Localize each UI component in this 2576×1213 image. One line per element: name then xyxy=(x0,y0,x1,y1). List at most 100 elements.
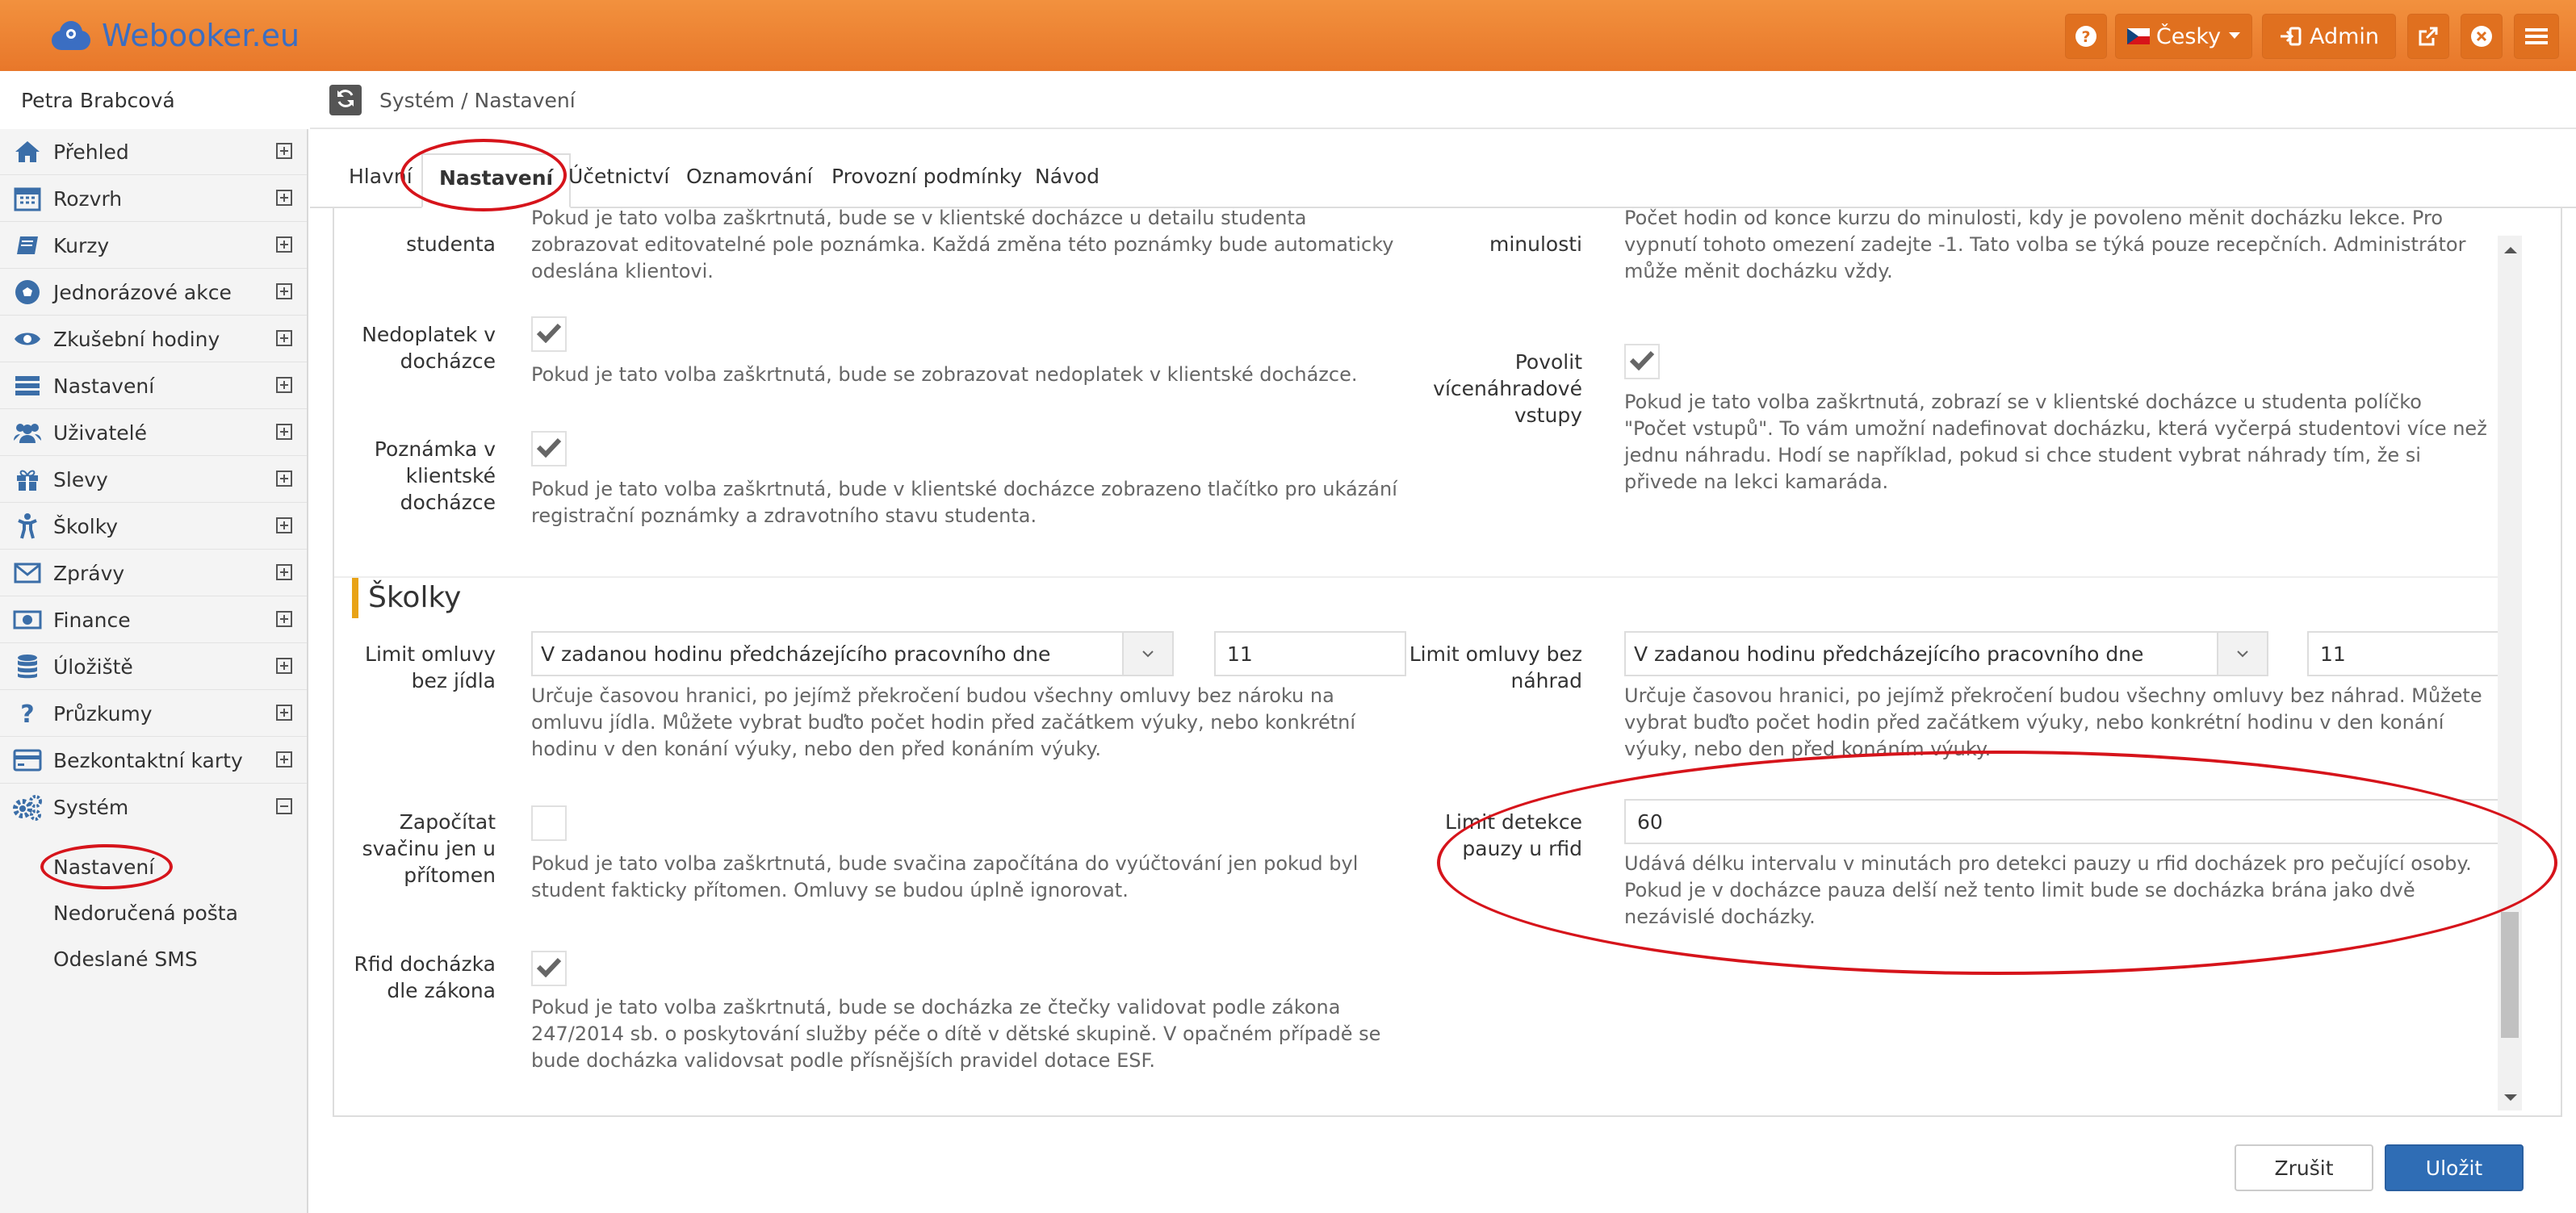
field-label: Rfid docházka dle zákona xyxy=(354,952,496,1002)
field-label: Limit omluvy bez náhrad xyxy=(1409,642,1582,692)
sidebar-item-bezkontaktni-karty[interactable]: Bezkontaktní karty xyxy=(0,738,307,784)
omluvy-nahrad-select[interactable]: V zadanou hodinu předcházejícího pracovn… xyxy=(1624,631,2268,676)
refresh-icon xyxy=(335,88,356,112)
user-name: Petra Brabcová xyxy=(21,89,175,112)
omluvy-jidlo-input[interactable]: 11 xyxy=(1214,631,1406,676)
checkmark-icon xyxy=(1629,349,1655,374)
field-label: Povolit vícenáhradové vstupy xyxy=(1433,350,1582,427)
divider xyxy=(334,1115,2561,1117)
help-text: Počet hodin od konce kurzu do minulosti,… xyxy=(1624,208,2466,282)
sidebar-item-label: Nastavení xyxy=(53,374,155,398)
omluvy-nahrad-input[interactable]: 11 xyxy=(2307,631,2499,676)
tab-ucetnictvi[interactable]: Účetnictví xyxy=(568,165,669,188)
expand-icon[interactable] xyxy=(276,330,292,346)
section-title-skolky: Školky xyxy=(352,578,461,618)
expand-icon[interactable] xyxy=(276,705,292,721)
expand-icon[interactable] xyxy=(276,236,292,253)
close-button[interactable] xyxy=(2461,14,2503,59)
credit-card-icon xyxy=(11,744,44,776)
vstupy-checkbox[interactable] xyxy=(1624,344,1660,379)
scrollbar[interactable] xyxy=(2498,236,2522,1111)
sidebar-item-uzivatele[interactable]: Uživatelé xyxy=(0,410,307,456)
sidebar: Přehled Rozvrh Kurzy Jednorázové akce Zk… xyxy=(0,129,308,1213)
expand-icon[interactable] xyxy=(276,658,292,674)
expand-icon[interactable] xyxy=(276,564,292,580)
sidebar-item-pruzkumy[interactable]: ? Průzkumy xyxy=(0,691,307,737)
omluvy-jidlo-select[interactable]: V zadanou hodinu předcházejícího pracovn… xyxy=(531,631,1174,676)
help-text: Pokud je tato volba zaškrtnutá, bude se … xyxy=(531,208,1394,282)
select-value: V zadanou hodinu předcházejícího pracovn… xyxy=(541,642,1051,666)
field-label: Limit omluvy bez jídla xyxy=(365,642,496,692)
tab-provozni-podminky[interactable]: Provozní podmínky xyxy=(831,165,1022,188)
refresh-button[interactable] xyxy=(329,85,362,115)
field-label: Limit detekce pauzy u rfid xyxy=(1445,810,1582,860)
cancel-button[interactable]: Zrušit xyxy=(2235,1144,2373,1191)
sidebar-item-prehled[interactable]: Přehled xyxy=(0,129,307,175)
czech-flag-icon xyxy=(2126,28,2150,44)
sidebar-item-label: Jednorázové akce xyxy=(53,280,232,304)
subnav-item-odeslane-sms[interactable]: Odeslané SMS xyxy=(53,947,198,971)
sidebar-item-kurzy[interactable]: Kurzy xyxy=(0,223,307,269)
nedoplatek-checkbox[interactable] xyxy=(531,316,567,352)
tab-hlavni[interactable]: Hlavní xyxy=(349,165,413,188)
scrollbar-thumb[interactable] xyxy=(2501,912,2519,1038)
svacina-checkbox[interactable] xyxy=(531,805,567,841)
sidebar-item-label: Kurzy xyxy=(53,233,110,257)
sidebar-item-slevy[interactable]: Slevy xyxy=(0,457,307,503)
tab-nastaveni[interactable]: Nastavení xyxy=(421,153,572,208)
cloud-clock-icon xyxy=(48,19,94,52)
expand-icon[interactable] xyxy=(276,377,292,393)
close-circle-icon xyxy=(2470,25,2493,48)
scroll-down-icon[interactable] xyxy=(2504,1094,2517,1101)
expand-icon[interactable] xyxy=(276,611,292,627)
sidebar-item-nastaveni[interactable]: Nastavení xyxy=(0,363,307,409)
expand-icon[interactable] xyxy=(276,424,292,440)
expand-icon[interactable] xyxy=(276,143,292,159)
help-button[interactable]: ? xyxy=(2065,14,2107,59)
expand-icon[interactable] xyxy=(276,471,292,487)
subnav-item-nastaveni[interactable]: Nastavení xyxy=(53,855,154,879)
rfid-zakon-checkbox[interactable] xyxy=(531,951,567,986)
sidebar-item-label: Průzkumy xyxy=(53,701,153,726)
help-text: Pokud je tato volba zaškrtnutá, bude sva… xyxy=(531,852,1359,901)
soccer-ball-icon xyxy=(11,276,44,308)
sidebar-item-rozvrh[interactable]: Rozvrh xyxy=(0,176,307,222)
menu-button[interactable] xyxy=(2514,14,2559,59)
expand-icon[interactable] xyxy=(276,517,292,533)
sidebar-item-label: Systém xyxy=(53,796,129,819)
expand-icon[interactable] xyxy=(276,283,292,299)
sidebar-item-zkusebni-hodiny[interactable]: Zkušební hodiny xyxy=(0,316,307,362)
sidebar-item-jednorazove-akce[interactable]: Jednorázové akce xyxy=(0,270,307,316)
sidebar-item-uloziste[interactable]: Úložiště xyxy=(0,644,307,690)
envelope-icon xyxy=(11,557,44,589)
admin-button[interactable]: Admin xyxy=(2262,14,2396,59)
sidebar-item-label: Zkušební hodiny xyxy=(53,327,220,351)
database-icon xyxy=(11,650,44,683)
checkmark-icon xyxy=(536,437,562,461)
rfid-limit-input[interactable]: 60 xyxy=(1624,799,2499,844)
external-link-button[interactable] xyxy=(2407,14,2449,59)
poznamka-checkbox[interactable] xyxy=(531,431,567,466)
sidebar-item-skolky[interactable]: Školky xyxy=(0,504,307,550)
brand-logo[interactable]: Webooker.eu xyxy=(48,15,299,56)
sidebar-item-zpravy[interactable]: Zprávy xyxy=(0,550,307,596)
subnav-item-nedorucena-posta[interactable]: Nedoručená pošta xyxy=(53,901,238,925)
tab-navod[interactable]: Návod xyxy=(1035,165,1100,188)
help-text: Pokud je tato volba zaškrtnutá, zobrazí … xyxy=(1624,391,2487,493)
expand-icon[interactable] xyxy=(276,190,292,206)
field-label: studenta xyxy=(406,232,496,256)
sidebar-item-label: Přehled xyxy=(53,140,129,164)
sidebar-item-finance[interactable]: Finance xyxy=(0,597,307,643)
help-text: Pokud je tato volba zaškrtnutá, bude se … xyxy=(531,363,1358,386)
save-button[interactable]: Uložit xyxy=(2385,1144,2524,1191)
scroll-up-icon[interactable] xyxy=(2504,247,2517,253)
collapse-icon[interactable] xyxy=(276,798,292,814)
users-icon xyxy=(11,416,44,449)
expand-icon[interactable] xyxy=(276,751,292,768)
svg-text:?: ? xyxy=(2081,28,2090,46)
tab-oznamovani[interactable]: Oznamování xyxy=(686,165,813,188)
sidebar-item-system[interactable]: Systém xyxy=(0,784,307,830)
page-header: Systém / Nastavení xyxy=(310,71,2576,129)
language-dropdown[interactable]: Česky xyxy=(2115,14,2252,59)
sidebar-item-label: Úložiště xyxy=(53,655,133,679)
